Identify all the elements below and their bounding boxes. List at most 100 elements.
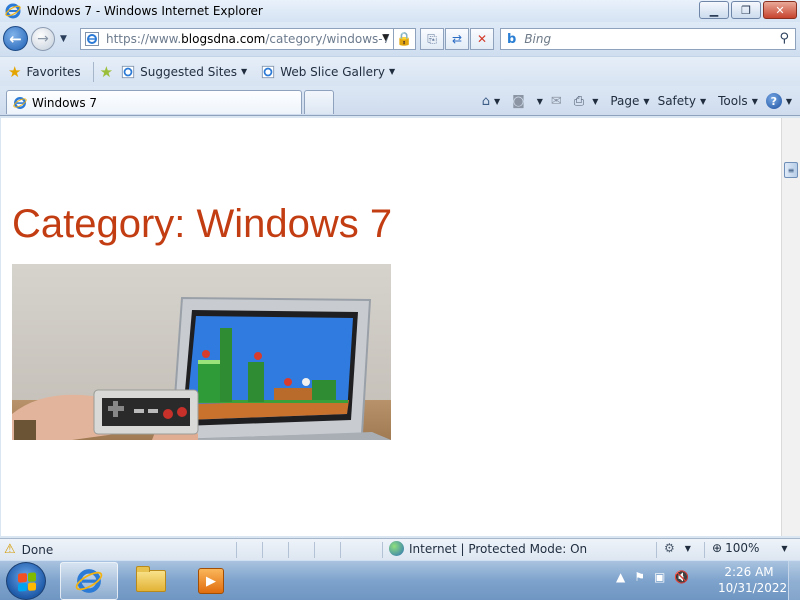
- divider: [262, 542, 263, 558]
- add-favorite-icon: ★: [99, 62, 114, 81]
- divider: [314, 542, 315, 558]
- clock[interactable]: 2:26 AM 10/31/2022: [718, 564, 787, 596]
- tab-bar: Windows 7 ⌂ ▼ ◙ ▼ ✉ ⎙ ▼ Page ▼ Safety ▼ Tools…: [0, 86, 800, 116]
- read-mail-button[interactable]: ✉: [551, 94, 562, 109]
- chevron-down-icon: ▼: [493, 96, 501, 106]
- windows-logo-icon: [18, 572, 36, 592]
- print-button[interactable]: ⎙ ▼: [574, 94, 599, 109]
- divider: [704, 542, 705, 558]
- stop-button[interactable]: ✕: [470, 28, 494, 50]
- forward-button[interactable]: →: [31, 27, 55, 51]
- taskbar-media-player[interactable]: ▶: [182, 562, 240, 600]
- globe-icon: [389, 541, 404, 556]
- close-button[interactable]: ✕: [763, 1, 797, 19]
- taskbar-internet-explorer[interactable]: [60, 562, 118, 600]
- favorites-button[interactable]: ★ Favorites: [8, 63, 81, 81]
- address-input[interactable]: https://www.blogsdna.com/category/window…: [80, 28, 394, 50]
- compatibility-icon: ⎘: [427, 31, 437, 46]
- safety-menu[interactable]: Safety ▼: [658, 94, 707, 108]
- action-center-flag-icon[interactable]: ⚑: [634, 570, 645, 584]
- start-button[interactable]: [6, 562, 46, 600]
- page-icon: [122, 65, 135, 78]
- new-tab-button[interactable]: [304, 90, 334, 114]
- vertical-scrollbar[interactable]: ≡: [781, 118, 800, 536]
- favorites-bar: ★ Favorites ★ Suggested Sites ▼ Web Slic…: [0, 56, 800, 86]
- stop-icon: ✕: [476, 32, 488, 46]
- chevron-down-icon: ▼: [592, 96, 599, 106]
- tools-menu[interactable]: Tools ▼: [718, 94, 758, 108]
- minimize-button[interactable]: ▁: [699, 1, 729, 19]
- page-icon: [85, 32, 99, 46]
- suggested-sites-label: Suggested Sites: [140, 64, 238, 79]
- web-slice-gallery-label: Web Slice Gallery: [280, 64, 385, 79]
- chevron-down-icon: ▼: [536, 96, 543, 106]
- address-row: ← → ▼ https://www.blogsdna.com/category/…: [0, 22, 800, 56]
- help-button[interactable]: ? ▼: [765, 93, 792, 109]
- restore-icon: ❐: [741, 3, 751, 17]
- printer-icon: ⎙: [573, 93, 585, 109]
- clock-time: 2:26 AM: [724, 565, 774, 579]
- chevron-down-icon: ▼: [643, 96, 650, 106]
- show-desktop-button[interactable]: [788, 561, 800, 600]
- back-arrow-icon: ←: [9, 29, 22, 48]
- post-image[interactable]: [12, 264, 391, 440]
- system-tray: ▲ ⚑ ▣ 🔇: [616, 570, 689, 584]
- rss-icon: ◙: [512, 93, 525, 109]
- divider: [656, 542, 657, 558]
- url-prefix: https://www.: [106, 32, 182, 46]
- tab-windows-7[interactable]: Windows 7: [6, 90, 302, 114]
- media-player-icon: ▶: [198, 568, 224, 594]
- zoom-icon: ⊕: [712, 541, 723, 555]
- address-dropdown-icon[interactable]: ▼: [382, 33, 389, 43]
- search-icon[interactable]: ⚲: [779, 31, 789, 46]
- taskbar-windows-explorer[interactable]: [122, 562, 180, 600]
- feeds-button[interactable]: ◙ ▼: [512, 94, 543, 109]
- favorites-star-icon: ★: [8, 62, 22, 81]
- favorites-label: Favorites: [26, 64, 81, 79]
- zoom-level: 100%: [725, 541, 760, 555]
- page-menu-label: Page: [610, 94, 640, 108]
- suggested-sites-link[interactable]: Suggested Sites ▼: [121, 65, 247, 79]
- divider: [288, 542, 289, 558]
- search-placeholder: Bing: [524, 32, 552, 46]
- close-icon: ✕: [775, 3, 785, 17]
- chevron-down-icon: ▼: [699, 96, 707, 106]
- web-slice-gallery-link[interactable]: Web Slice Gallery ▼: [261, 65, 395, 79]
- maximize-button[interactable]: ❐: [731, 1, 761, 19]
- recent-pages-dropdown[interactable]: ▼: [60, 34, 67, 44]
- tab-label: Windows 7: [32, 95, 98, 110]
- network-icon[interactable]: ▣: [654, 570, 665, 584]
- protected-mode-settings[interactable]: ⚙ ▼: [664, 541, 691, 555]
- scrollbar-thumb[interactable]: ≡: [784, 162, 798, 178]
- home-icon: ⌂: [481, 93, 490, 109]
- lock-icon[interactable]: 🔒: [394, 28, 416, 50]
- tools-menu-label: Tools: [718, 94, 748, 108]
- window-title: Windows 7 - Windows Internet Explorer: [27, 4, 263, 18]
- home-button[interactable]: ⌂ ▼: [482, 94, 500, 109]
- url-text[interactable]: https://www.blogsdna.com/category/window…: [106, 32, 390, 46]
- warning-icon[interactable]: ⚠: [4, 542, 16, 557]
- zoom-control[interactable]: ⊕ 100% ▼: [712, 541, 788, 555]
- refresh-icon: ⇄: [451, 32, 463, 46]
- back-button[interactable]: ←: [3, 26, 28, 51]
- bing-icon: b: [507, 31, 517, 47]
- show-hidden-icons-button[interactable]: ▲: [616, 570, 625, 584]
- compatibility-view-button[interactable]: ⎘: [420, 28, 444, 50]
- volume-muted-icon[interactable]: 🔇: [674, 570, 689, 584]
- chevron-down-icon: ▼: [684, 543, 691, 553]
- search-input[interactable]: b Bing ⚲: [500, 28, 796, 50]
- page-icon: [262, 65, 275, 78]
- safety-menu-label: Safety: [657, 94, 696, 108]
- web-page-content: Category: Windows 7: [1, 118, 781, 536]
- page-menu[interactable]: Page ▼: [610, 94, 649, 108]
- mail-icon: ✉: [550, 93, 562, 109]
- minimize-icon: ▁: [709, 3, 719, 17]
- security-zone[interactable]: Internet | Protected Mode: On: [389, 541, 587, 556]
- chevron-down-icon: ▼: [781, 543, 788, 553]
- add-to-favorites-bar-button[interactable]: ★: [100, 63, 113, 81]
- divider: [236, 542, 237, 558]
- url-path: /category/windows-7: [265, 32, 391, 46]
- page-title: Category: Windows 7: [12, 202, 393, 246]
- settings-icon: ⚙: [664, 541, 675, 555]
- refresh-button[interactable]: ⇄: [445, 28, 469, 50]
